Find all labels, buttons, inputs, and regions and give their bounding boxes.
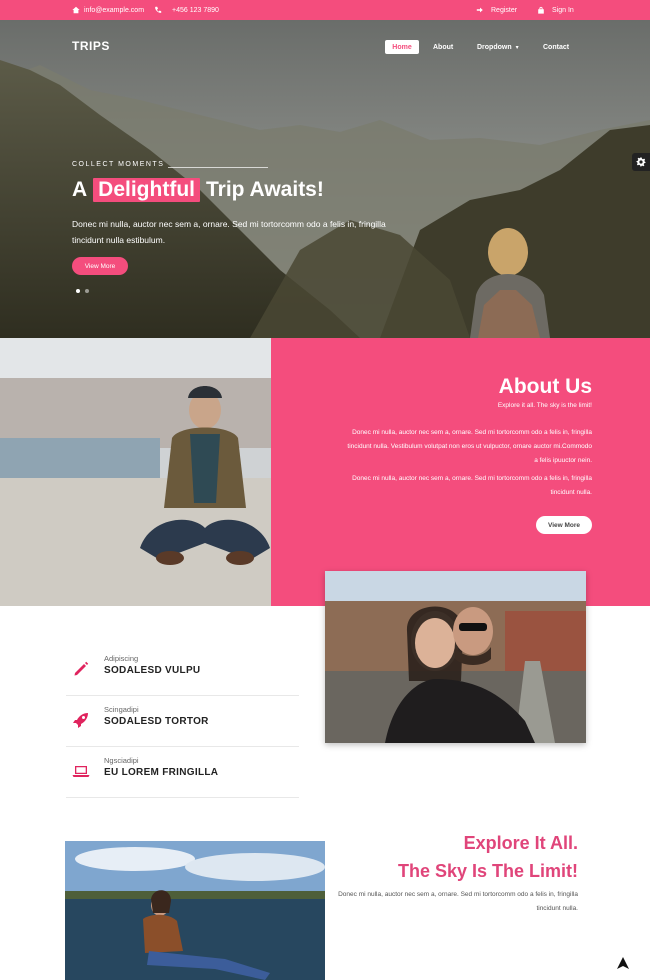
slider-dot-1[interactable] [76,289,80,293]
contact-email[interactable]: info@example.com [72,0,144,20]
about-section: About Us Explore it all. The sky is the … [271,338,650,606]
headline-pre: A [72,178,88,201]
register-label: Register [491,6,518,14]
feature-title: SODALESD TORTOR [104,716,209,727]
nav-contact[interactable]: Contact [543,40,569,54]
feature-item: Scingadipi SODALESD TORTOR [66,705,299,753]
explore-description: Donec mi nulla, auctor nec sem a, ornare… [338,891,578,912]
headline-highlight: Delightful [93,178,200,202]
arrow-up-icon [617,957,629,969]
feature-caption: Ngsciadipi [104,756,139,765]
sign-in-arrow-icon [476,7,483,13]
feature-item: Ngsciadipi EU LOREM FRINGILLA [66,756,299,804]
register-link[interactable]: Register [476,0,517,20]
hero-eyebrow: COLLECT MOMENTS [72,161,165,168]
feature-caption: Adipiscing [104,654,139,663]
top-bar: info@example.com +456 123 7890 Register … [0,0,650,20]
eyebrow-divider [168,167,268,168]
feature-divider [66,695,299,696]
signin-label: Sign In [552,6,574,14]
phone-text: +456 123 7890 [172,6,219,14]
about-subtitle: Explore it all. The sky is the limit! [497,402,592,409]
feature-divider [66,797,299,798]
slider-dot-2[interactable] [85,289,89,293]
signin-link[interactable]: Sign In [537,0,574,20]
nav-about[interactable]: About [433,40,453,54]
nav-dropdown[interactable]: Dropdown ▾ [477,40,519,54]
nav-home[interactable]: Home [385,40,419,54]
man-sitting-photo [0,338,271,606]
scroll-to-top-button[interactable] [616,956,630,970]
feature-title: EU LOREM FRINGILLA [104,767,219,778]
about-paragraph-2: Donec mi nulla, auctor nec sem a, ornare… [352,475,592,496]
feature-item: Adipiscing SODALESD VULPU [66,654,299,702]
contact-phone[interactable]: +456 123 7890 [154,0,219,20]
feature-caption: Scingadipi [104,705,139,714]
headline-post: Trip Awaits! [206,178,324,201]
email-text: info@example.com [84,6,145,14]
pencil-icon [72,660,90,678]
site-logo[interactable]: TRIPS [72,39,110,53]
rocket-icon [72,711,90,729]
gear-icon [636,157,646,167]
explore-title-line-2: The Sky Is The Limit! [397,861,578,881]
about-title: About Us [498,375,592,398]
about-paragraph-1: Donec mi nulla, auctor nec sem a, ornare… [347,429,592,464]
hero-headline: A Delightful Trip Awaits! [72,178,324,202]
explore-heading: Explore It All. The Sky Is The Limit! [398,829,578,885]
couple-selfie-photo [325,571,586,743]
settings-toggle[interactable] [632,153,650,171]
explore-title-line-1: Explore It All. [463,833,578,853]
feature-divider [66,746,299,747]
phone-icon [155,6,162,13]
hero-banner: TRIPS Home About Dropdown ▾ Contact COLL… [0,20,650,338]
laptop-icon [72,762,90,780]
home-icon [72,6,80,14]
slider-dots [76,289,89,293]
woman-by-sea-photo [65,841,325,980]
hero-view-more-button[interactable]: View More [72,257,128,275]
lock-icon [538,6,544,14]
hero-description: Donec mi nulla, auctor nec sem a, ornare… [72,219,386,245]
feature-title: SODALESD VULPU [104,665,201,676]
caret-down-icon: ▾ [515,44,519,51]
nav-dropdown-label: Dropdown [477,43,512,51]
about-view-more-button[interactable]: View More [536,516,592,534]
